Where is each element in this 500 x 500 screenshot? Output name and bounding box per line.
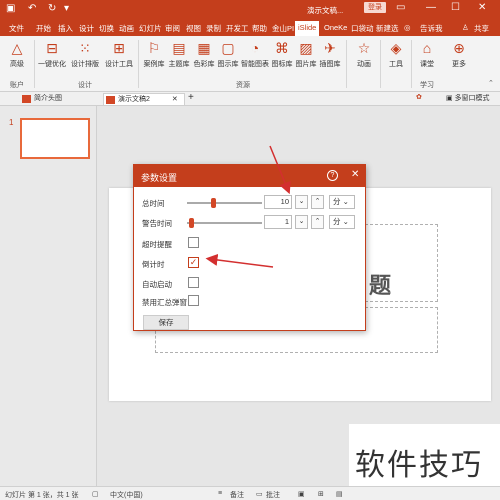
slide-sorter-icon[interactable]: ⊞ bbox=[318, 490, 324, 498]
watermark-text: 软件技巧 bbox=[355, 448, 483, 483]
notes-button[interactable]: 备注 bbox=[230, 490, 244, 500]
normal-view-icon[interactable]: ▣ bbox=[298, 490, 305, 498]
language-status[interactable]: 中文(中国) bbox=[110, 490, 143, 500]
slide-count: 幻灯片 第 1 张，共 1 张 bbox=[5, 492, 79, 499]
comments-button[interactable]: 批注 bbox=[266, 490, 280, 500]
comments-icon[interactable]: ▭ bbox=[256, 490, 263, 498]
watermark: 软件技巧 bbox=[349, 424, 500, 486]
notes-icon[interactable]: ≡ bbox=[218, 490, 222, 497]
status-bar: 幻灯片 第 1 张，共 1 张 ▢ 中文(中国) ≡ 备注 ▭ 批注 ▣ ⊞ ▤ bbox=[0, 486, 500, 500]
arrow-to-total-time bbox=[269, 145, 291, 195]
reading-view-icon[interactable]: ▤ bbox=[336, 490, 343, 498]
accessibility-icon[interactable]: ▢ bbox=[92, 490, 99, 498]
arrow-to-countdown bbox=[205, 253, 274, 268]
